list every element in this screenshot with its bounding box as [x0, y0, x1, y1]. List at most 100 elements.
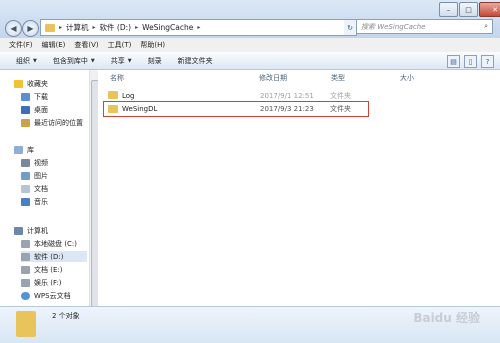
nav-drive-d[interactable]: 软件 (D:) — [21, 251, 87, 262]
watermark: Baidu 经验 — [413, 311, 480, 325]
share-button[interactable]: 共享 ▼ — [111, 56, 132, 66]
nav-music[interactable]: 音乐 — [21, 196, 48, 207]
burn-button[interactable]: 刻录 — [148, 56, 162, 66]
video-icon — [21, 158, 30, 167]
burn-label: 刻录 — [147, 56, 162, 65]
nav-wps-cloud[interactable]: WPS云文档 — [21, 290, 71, 301]
nav-computer-label: 计算机 — [27, 226, 48, 235]
file-row-log[interactable]: Log 2017/9/1 12:51 文件夹 — [104, 90, 376, 101]
nav-computer[interactable]: 计算机 — [14, 225, 48, 236]
preview-pane-icon[interactable]: ▯ — [464, 55, 477, 68]
file-list: 名称 修改日期 类型 大小 Log 2017/9/1 12:51 文件夹 WeS… — [98, 70, 500, 306]
folder-icon — [108, 91, 118, 99]
cloud-icon — [21, 291, 30, 300]
column-size[interactable]: 大小 — [400, 73, 414, 83]
nav-documents[interactable]: 文档 — [21, 183, 48, 194]
column-headers: 名称 修改日期 类型 大小 — [98, 70, 500, 85]
nav-drive-f[interactable]: 娱乐 (F:) — [21, 277, 62, 288]
nav-libraries[interactable]: 库 — [14, 144, 34, 155]
file-type: 文件夹 — [330, 105, 351, 113]
file-name: Log — [122, 91, 135, 100]
include-library-button[interactable]: 包含到库中 ▼ — [53, 56, 95, 66]
drive-icon — [21, 252, 30, 261]
file-name: WeSingDL — [122, 105, 158, 113]
organize-label: 组织 — [16, 56, 30, 65]
folder-icon — [108, 105, 118, 113]
menu-tools[interactable]: 工具(T) — [108, 40, 132, 50]
search-input[interactable]: 搜索 WeSingCache ⌕ — [356, 19, 493, 34]
chevron-right-icon: ▸ — [197, 24, 201, 31]
view-controls: ▤ ▯ ? — [443, 55, 494, 68]
pictures-icon — [21, 171, 30, 180]
nav-drive-d-label: 软件 (D:) — [34, 252, 64, 261]
view-options-icon[interactable]: ▤ — [447, 55, 460, 68]
nav-music-label: 音乐 — [34, 197, 48, 206]
nav-favorites[interactable]: 收藏夹 — [14, 78, 48, 89]
menu-view[interactable]: 查看(V) — [74, 40, 98, 50]
nav-wps-cloud-label: WPS云文档 — [34, 291, 71, 300]
menu-help[interactable]: 帮助(H) — [140, 40, 165, 50]
drive-icon — [21, 265, 30, 274]
chevron-right-icon: ▸ — [59, 24, 63, 31]
file-row-wesingdl[interactable]: WeSingDL 2017/9/3 21:23 文件夹 — [103, 101, 369, 117]
nav-drive-c[interactable]: 本地磁盘 (C:) — [21, 238, 77, 249]
column-type[interactable]: 类型 — [331, 73, 345, 83]
window-controls: – □ ✕ — [438, 2, 500, 17]
breadcrumb-drive[interactable]: 软件 (D:) — [100, 22, 132, 33]
explorer-window: – □ ✕ ◀ ▶ ▸ 计算机 ▸ 软件 (D:) ▸ WeSingCache … — [0, 0, 500, 343]
file-type: 文件夹 — [330, 91, 351, 100]
menu-file[interactable]: 文件(F) — [9, 40, 33, 50]
search-icon: ⌕ — [484, 22, 488, 30]
menu-edit[interactable]: 编辑(E) — [42, 40, 66, 50]
chevron-right-icon: ▸ — [135, 24, 139, 31]
chevron-right-icon: ▸ — [92, 24, 96, 31]
drive-icon — [21, 278, 30, 287]
details-pane: 2 个对象 Baidu 经验 — [0, 306, 500, 343]
nav-recent-label: 最近访问的位置 — [34, 118, 83, 127]
breadcrumb-folder[interactable]: WeSingCache — [142, 23, 193, 32]
title-bar: – □ ✕ ◀ ▶ ▸ 计算机 ▸ 软件 (D:) ▸ WeSingCache … — [0, 0, 500, 38]
dropdown-icon: ▼ — [33, 57, 37, 64]
nav-desktop[interactable]: 桌面 — [21, 104, 48, 115]
download-icon — [21, 92, 30, 101]
dropdown-icon: ▼ — [127, 57, 132, 64]
column-date[interactable]: 修改日期 — [259, 73, 287, 83]
folder-icon — [45, 23, 55, 32]
music-icon — [21, 197, 30, 206]
back-button[interactable]: ◀ — [5, 20, 22, 37]
breadcrumb-computer[interactable]: 计算机 — [66, 22, 89, 33]
nav-downloads[interactable]: 下载 — [21, 91, 48, 102]
nav-drive-e-label: 文档 (E:) — [34, 265, 63, 274]
drive-icon — [21, 239, 30, 248]
item-count: 2 个对象 — [52, 312, 80, 320]
command-toolbar: 组织 ▼ 包含到库中 ▼ 共享 ▼ 刻录 新建文件夹 ▤ ▯ ? — [0, 52, 500, 70]
forward-button[interactable]: ▶ — [22, 20, 39, 37]
search-placeholder: 搜索 WeSingCache — [361, 22, 426, 31]
column-name[interactable]: 名称 — [110, 73, 124, 83]
file-date: 2017/9/1 12:51 — [260, 91, 314, 100]
address-bar[interactable]: ▸ 计算机 ▸ 软件 (D:) ▸ WeSingCache ▸ — [40, 19, 346, 36]
menu-bar: 文件(F) 编辑(E) 查看(V) 工具(T) 帮助(H) — [0, 38, 500, 52]
help-icon[interactable]: ? — [481, 55, 494, 68]
nav-pictures[interactable]: 图片 — [21, 170, 48, 181]
star-icon — [14, 79, 23, 88]
navigation-pane: 收藏夹 下载 桌面 最近访问的位置 库 视频 图片 文档 音乐 计算机 本地磁盘… — [0, 70, 90, 306]
close-button[interactable]: ✕ — [479, 2, 500, 17]
nav-drive-c-label: 本地磁盘 (C:) — [34, 239, 77, 248]
minimize-button[interactable]: – — [439, 2, 458, 17]
include-library-label: 包含到库中 — [52, 56, 88, 65]
nav-recent[interactable]: 最近访问的位置 — [21, 117, 83, 128]
nav-videos[interactable]: 视频 — [21, 157, 48, 168]
nav-videos-label: 视频 — [34, 158, 48, 167]
nav-drive-e[interactable]: 文档 (E:) — [21, 264, 62, 275]
desktop-icon — [21, 105, 30, 114]
maximize-button[interactable]: □ — [459, 2, 478, 17]
new-folder-button[interactable]: 新建文件夹 — [178, 56, 213, 66]
nav-documents-label: 文档 — [34, 184, 48, 193]
share-label: 共享 — [110, 56, 125, 65]
nav-drive-f-label: 娱乐 (F:) — [34, 278, 62, 287]
nav-pictures-label: 图片 — [34, 171, 48, 180]
organize-button[interactable]: 组织 ▼ — [16, 56, 37, 66]
new-folder-label: 新建文件夹 — [177, 56, 213, 65]
file-date: 2017/9/3 21:23 — [260, 105, 314, 113]
